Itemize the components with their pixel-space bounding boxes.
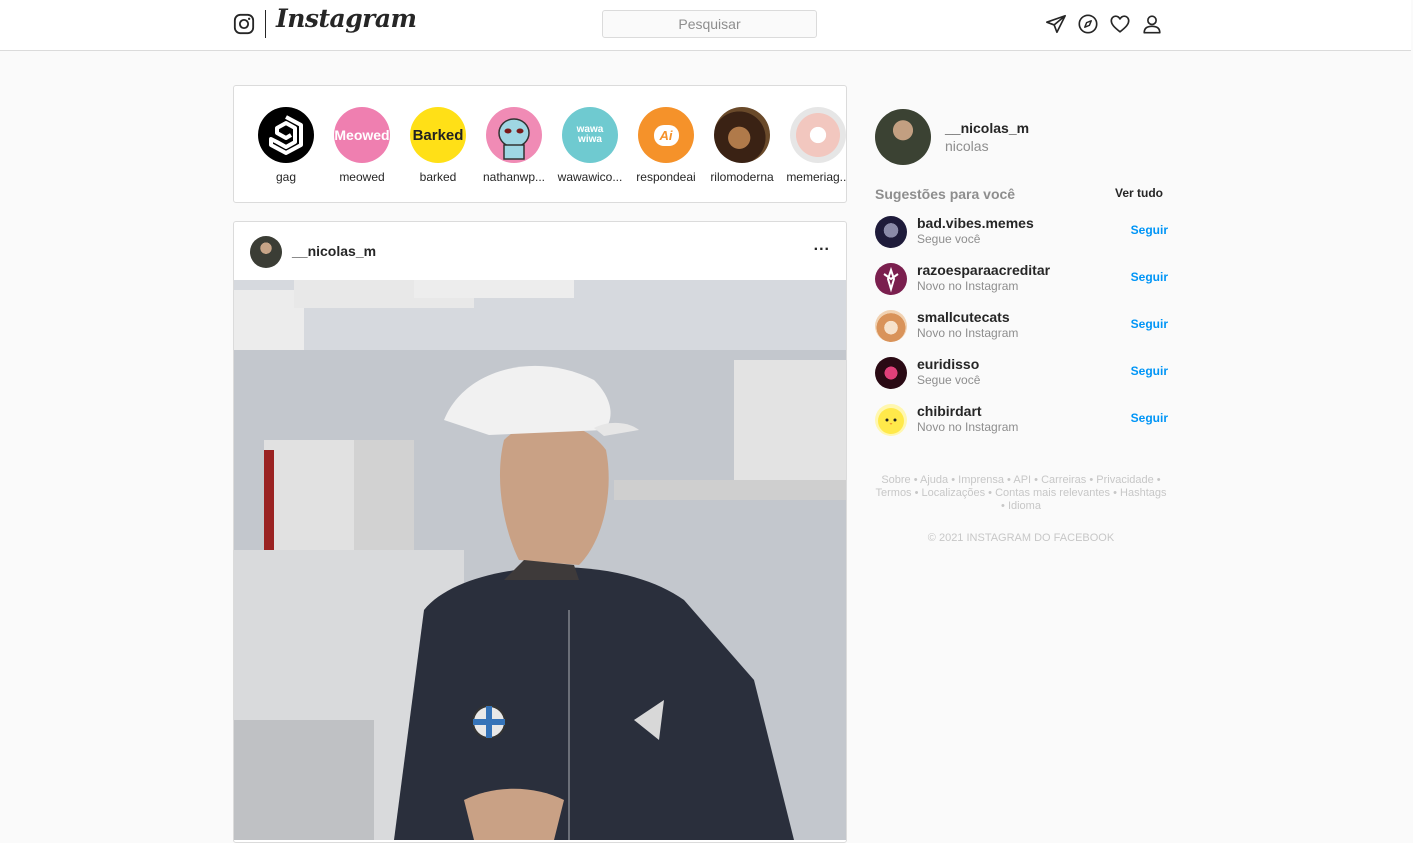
story-label: nathanwp... — [482, 170, 546, 184]
suggestion-subtitle: Segue você — [917, 232, 981, 246]
follow-button[interactable]: Seguir — [1131, 411, 1168, 425]
avatar[interactable] — [875, 109, 931, 165]
current-name: nicolas — [945, 138, 989, 154]
respondeai-logo-icon: Ai — [638, 107, 694, 163]
story-label: barked — [419, 170, 457, 184]
suggestion-row: euridisso Segue você Seguir — [875, 355, 1168, 391]
activity-heart-icon[interactable] — [1109, 13, 1131, 35]
suggestion-row: chibirdart Novo no Instagram Seguir — [875, 402, 1168, 438]
story-item[interactable]: memeriag... — [780, 107, 847, 184]
top-nav-bar: Instagram Pesquisar — [0, 0, 1411, 51]
memeria-avatar-icon — [790, 107, 846, 163]
avatar[interactable] — [875, 357, 907, 389]
avatar[interactable] — [875, 310, 907, 342]
avatar[interactable] — [875, 263, 907, 295]
profile-icon[interactable] — [1141, 13, 1163, 35]
footer-link[interactable]: Termos — [876, 487, 912, 499]
see-all-link[interactable]: Ver tudo — [1115, 186, 1163, 200]
suggestion-username[interactable]: euridisso — [917, 356, 979, 372]
follow-button[interactable]: Seguir — [1131, 364, 1168, 378]
footer-link[interactable]: Idioma — [1008, 500, 1041, 512]
stories-tray: gag Meowed meowed Barked barked nathanwp… — [233, 85, 847, 203]
suggestion-subtitle: Segue você — [917, 373, 981, 387]
suggestion-username[interactable]: chibirdart — [917, 403, 982, 419]
rilomoderna-avatar-icon — [714, 107, 770, 163]
suggestion-username[interactable]: smallcutecats — [917, 309, 1010, 325]
footer-link[interactable]: Localizações — [922, 487, 986, 499]
story-label: meowed — [339, 170, 385, 184]
footer-links: Sobre • Ajuda • Imprensa • API • Carreir… — [875, 474, 1167, 512]
barked-logo-icon: Barked — [410, 107, 466, 163]
story-label: memeriag... — [786, 170, 847, 184]
follow-button[interactable]: Seguir — [1131, 317, 1168, 331]
footer-link[interactable]: Hashtags — [1120, 487, 1166, 499]
post-username[interactable]: __nicolas_m — [292, 243, 376, 259]
suggestion-row: razoesparaacreditar Novo no Instagram Se… — [875, 261, 1168, 297]
9gag-logo-icon — [258, 107, 314, 163]
current-username[interactable]: __nicolas_m — [945, 120, 1029, 136]
story-label: gag — [275, 170, 297, 184]
suggestion-row: smallcutecats Novo no Instagram Seguir — [875, 308, 1168, 344]
story-item[interactable]: Ai respondeai — [628, 107, 704, 184]
alien-avatar-icon — [486, 107, 542, 163]
footer-link[interactable]: Ajuda — [920, 474, 948, 486]
footer-link[interactable]: Sobre — [881, 474, 910, 486]
suggestion-subtitle: Novo no Instagram — [917, 279, 1019, 293]
story-item[interactable]: Meowed meowed — [324, 107, 400, 184]
copyright: © 2021 INSTAGRAM DO FACEBOOK — [927, 532, 1115, 544]
search-input[interactable]: Pesquisar — [602, 10, 817, 38]
footer-link[interactable]: Contas mais relevantes — [995, 487, 1110, 499]
avatar[interactable] — [250, 236, 282, 268]
avatar[interactable] — [875, 216, 907, 248]
suggestion-username[interactable]: bad.vibes.memes — [917, 215, 1034, 231]
story-label: wawawico... — [557, 170, 623, 184]
story-item[interactable]: nathanwp... — [476, 107, 552, 184]
story-label: respondeai — [636, 170, 696, 184]
more-options-icon[interactable]: ... — [814, 237, 830, 255]
logo-divider — [265, 10, 266, 38]
story-item[interactable]: gag — [248, 107, 324, 184]
post-photo[interactable] — [234, 280, 846, 840]
suggestion-username[interactable]: razoesparaacreditar — [917, 262, 1050, 278]
wawa-logo-icon: wawa wiwa — [562, 107, 618, 163]
suggestion-subtitle: Novo no Instagram — [917, 326, 1019, 340]
avatar[interactable] — [875, 404, 907, 436]
story-item[interactable]: Barked barked — [400, 107, 476, 184]
suggestions-heading: Sugestões para você — [875, 186, 1016, 202]
meowed-logo-icon: Meowed — [334, 107, 390, 163]
suggestion-subtitle: Novo no Instagram — [917, 420, 1019, 434]
story-item[interactable]: rilomoderna — [704, 107, 780, 184]
suggestion-row: bad.vibes.memes Segue você Seguir — [875, 214, 1168, 250]
footer-link[interactable]: Imprensa — [958, 474, 1004, 486]
footer-link[interactable]: Privacidade — [1096, 474, 1153, 486]
explore-icon[interactable] — [1077, 13, 1099, 35]
instagram-glyph-icon[interactable] — [233, 13, 255, 35]
instagram-wordmark[interactable]: Instagram — [276, 4, 417, 33]
story-label: rilomoderna — [710, 170, 774, 184]
feed-post: __nicolas_m ... — [233, 221, 847, 843]
post-photo-illustration — [234, 280, 846, 840]
follow-button[interactable]: Seguir — [1131, 223, 1168, 237]
follow-button[interactable]: Seguir — [1131, 270, 1168, 284]
footer-link[interactable]: Carreiras — [1041, 474, 1086, 486]
story-item[interactable]: wawa wiwa wawawico... — [552, 107, 628, 184]
footer-link[interactable]: API — [1013, 474, 1031, 486]
direct-icon[interactable] — [1045, 13, 1067, 35]
